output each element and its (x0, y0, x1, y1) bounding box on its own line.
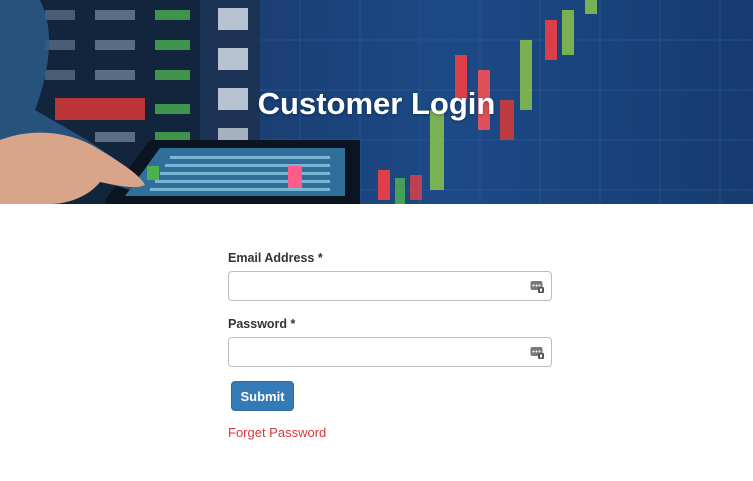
forget-password-link[interactable]: Forget Password (228, 425, 552, 440)
password-field-wrapper (228, 337, 552, 367)
password-field[interactable] (229, 338, 551, 366)
password-manager-icon[interactable] (530, 279, 544, 293)
submit-button[interactable]: Submit (231, 381, 294, 411)
password-manager-icon[interactable] (530, 345, 544, 359)
page-title: Customer Login (257, 86, 496, 121)
email-field-wrapper (228, 271, 552, 301)
password-label: Password * (228, 317, 296, 331)
hero-banner: Customer Login (0, 0, 753, 204)
login-form: Email Address * Password * Submit Forget… (228, 250, 552, 440)
email-label: Email Address * (228, 251, 323, 265)
email-field[interactable] (229, 272, 551, 300)
